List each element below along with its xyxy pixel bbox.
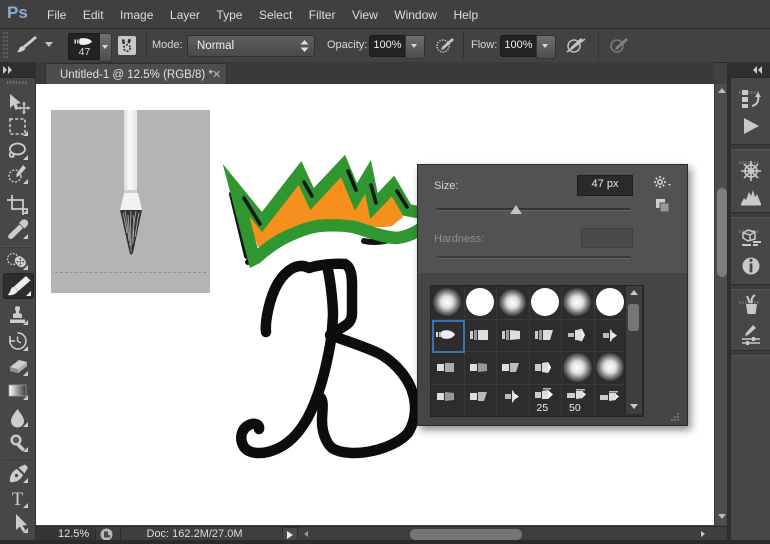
svg-text:T: T — [12, 489, 24, 510]
